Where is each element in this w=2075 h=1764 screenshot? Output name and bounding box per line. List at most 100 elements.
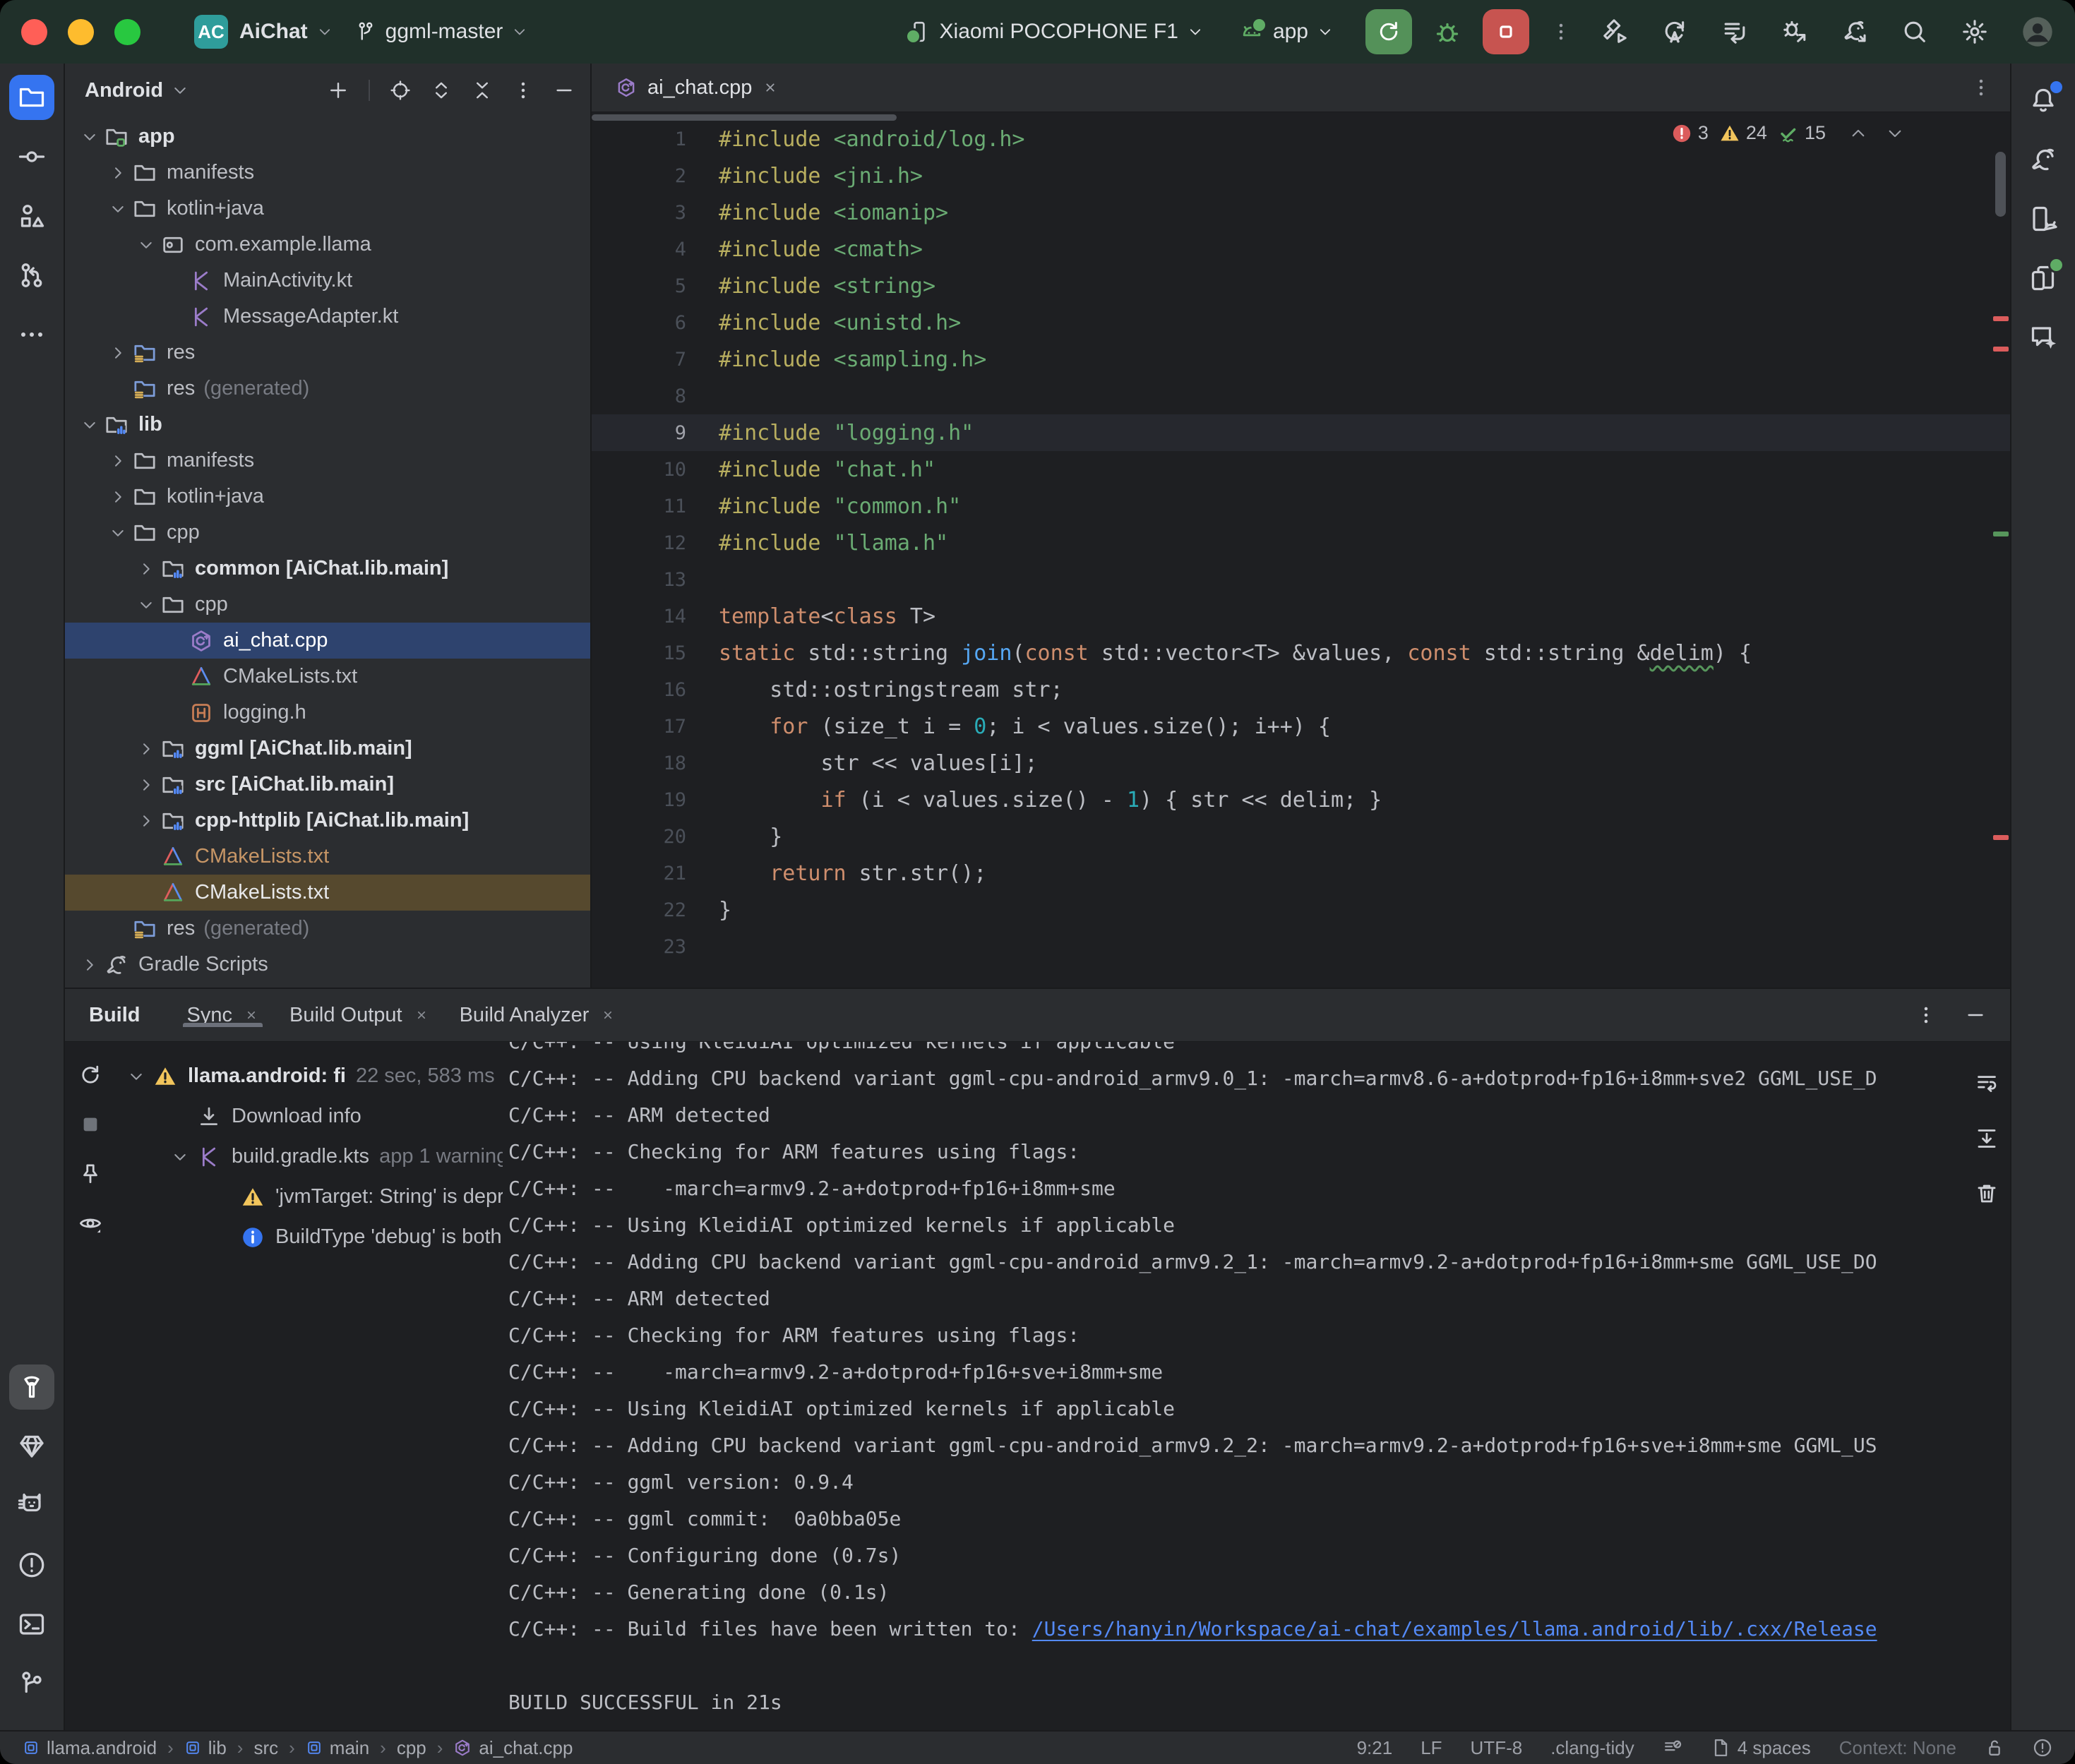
status-lf[interactable]: LF — [1421, 1737, 1442, 1759]
preview-button[interactable] — [78, 1211, 102, 1235]
tree-item-messageadapter.kt[interactable]: MessageAdapter.kt — [65, 299, 590, 335]
build-output-path-link[interactable]: /Users/hanyin/Workspace/ai-chat/examples… — [1032, 1617, 1877, 1640]
tool-window-button-logcat[interactable] — [9, 1483, 54, 1528]
rerun-button[interactable] — [1365, 9, 1412, 54]
sync-tree-item[interactable]: llama.android: fi22 sec, 583 ms — [116, 1056, 503, 1096]
tool-window-button-build[interactable] — [9, 1364, 54, 1410]
vcs-branch-widget[interactable]: ggml-master — [344, 11, 539, 53]
warnings-count[interactable]: 24 — [1719, 122, 1767, 144]
tool-window-button-structure[interactable] — [9, 193, 54, 239]
tree-item-mainactivity.kt[interactable]: MainActivity.kt — [65, 263, 590, 299]
tree-item-manifests[interactable]: manifests — [65, 443, 590, 479]
chevron-up-icon[interactable] — [1849, 124, 1867, 143]
lock-open-icon[interactable] — [1985, 1738, 2004, 1758]
zoom-window-button[interactable] — [114, 19, 140, 45]
hide-button[interactable] — [554, 80, 575, 101]
status-lock-open[interactable] — [1985, 1738, 2004, 1758]
breadcrumb-cpp[interactable]: cpp — [397, 1737, 426, 1759]
tree-item-res[interactable]: res(generated) — [65, 911, 590, 947]
tree-item-gradle-scripts[interactable]: Gradle Scripts — [65, 947, 590, 983]
options-icon[interactable] — [1971, 77, 1992, 98]
build-hide-button[interactable] — [1965, 1004, 1986, 1026]
tree-item-lib[interactable]: lib — [65, 407, 590, 443]
status-utf-8[interactable]: UTF-8 — [1471, 1737, 1523, 1759]
close-icon[interactable] — [601, 1008, 615, 1022]
sync-tree-item[interactable]: 'jvmTarget: String' is deprec — [116, 1177, 503, 1217]
passed-count[interactable]: 15 — [1778, 122, 1826, 144]
stop-square-button[interactable] — [78, 1112, 102, 1136]
tree-item-cpp-httplib-aichat.lib.main-[interactable]: cpp-httplib [AiChat.lib.main] — [65, 803, 590, 839]
close-icon[interactable] — [763, 80, 778, 95]
search-button[interactable] — [1901, 18, 1928, 45]
scroll-to-end-button[interactable] — [1975, 1127, 1999, 1151]
tree-item-cpp[interactable]: cpp — [65, 587, 590, 623]
apply-code-changes-button[interactable] — [1721, 18, 1748, 45]
tree-item-cpp[interactable]: cpp — [65, 515, 590, 551]
tool-window-button-project[interactable] — [9, 75, 54, 120]
indent-options-icon[interactable] — [1711, 1738, 1730, 1758]
tool-window-button-gemini-chat[interactable] — [2021, 315, 2066, 360]
breadcrumb-llama.android[interactable]: llama.android — [23, 1737, 157, 1759]
status-.clang-tidy[interactable]: .clang-tidy — [1550, 1737, 1634, 1759]
tree-item-kotlin+java[interactable]: kotlin+java — [65, 479, 590, 515]
code-editor[interactable]: 1#include <android/log.h>2#include <jni.… — [592, 112, 2010, 988]
options-button[interactable] — [513, 80, 534, 101]
tree-item-src-aichat.lib.main-[interactable]: src [AiChat.lib.main] — [65, 767, 590, 803]
inspections-widget[interactable]: 32415 — [1671, 122, 1904, 144]
sync-rerun-button[interactable] — [78, 1063, 102, 1087]
sync-tree-item[interactable]: BuildType 'debug' is both de — [116, 1217, 503, 1257]
horizontal-scrollbar[interactable] — [592, 114, 897, 121]
error-stripe-mark[interactable] — [1993, 835, 2009, 840]
tree-item-res[interactable]: res(generated) — [65, 371, 590, 407]
tree-item-common-aichat.lib.main-[interactable]: common [AiChat.lib.main] — [65, 551, 590, 587]
formatter-icon[interactable] — [1663, 1738, 1682, 1758]
tree-item-app[interactable]: app — [65, 119, 590, 155]
pin-button[interactable] — [78, 1162, 102, 1186]
tool-window-button-device-manager[interactable] — [2021, 196, 2066, 241]
sync-restart-button[interactable] — [1661, 18, 1688, 45]
add-button[interactable] — [328, 80, 349, 101]
tree-item-ggml-aichat.lib.main-[interactable]: ggml [AiChat.lib.main] — [65, 731, 590, 767]
tool-window-button-commit[interactable] — [9, 134, 54, 179]
tree-item-kotlin+java[interactable]: kotlin+java — [65, 191, 590, 227]
build-project-button[interactable] — [1601, 18, 1628, 45]
gradle-sync-button[interactable] — [1841, 18, 1868, 45]
minimize-window-button[interactable] — [68, 19, 94, 45]
tool-window-button-gradle[interactable] — [2021, 137, 2066, 182]
chevron-down-icon[interactable] — [1886, 124, 1904, 143]
tool-window-button-terminal[interactable] — [9, 1602, 54, 1647]
inspections-widget-icon[interactable] — [2033, 1738, 2052, 1758]
tree-item-res[interactable]: res — [65, 335, 590, 371]
next-problem-button[interactable] — [1886, 124, 1904, 143]
tree-item-cmakelists.txt[interactable]: CMakeLists.txt — [65, 875, 590, 911]
build-tab-build-output[interactable]: Build Output — [274, 1004, 444, 1027]
locate-button[interactable] — [390, 80, 411, 101]
breadcrumb-lib[interactable]: lib — [184, 1737, 227, 1759]
project-view-mode-selector[interactable]: Android — [85, 79, 189, 102]
soft-wrap-button[interactable] — [1975, 1072, 1999, 1096]
breadcrumb-ai_chat.cpp[interactable]: ai_chat.cpp — [453, 1737, 573, 1759]
stop-button[interactable] — [1483, 9, 1529, 54]
sync-tree-item[interactable]: build.gradle.ktsapp 1 warning — [116, 1136, 503, 1177]
close-window-button[interactable] — [21, 19, 47, 45]
more-run-options-button[interactable] — [1550, 21, 1572, 42]
breadcrumb-src[interactable]: src — [253, 1737, 278, 1759]
breadcrumb-main[interactable]: main — [306, 1737, 369, 1759]
status-formatter[interactable] — [1663, 1738, 1682, 1758]
status-context:-none[interactable]: Context: None — [1839, 1737, 1956, 1759]
clear-all-button[interactable] — [1975, 1182, 1999, 1206]
change-stripe-mark[interactable] — [1993, 532, 2009, 536]
tree-item-manifests[interactable]: manifests — [65, 155, 590, 191]
tool-window-button-running-devices[interactable] — [2021, 256, 2066, 301]
expand-all-button[interactable] — [431, 80, 452, 101]
tool-window-button-more-tools[interactable] — [9, 312, 54, 357]
tree-item-logging.h[interactable]: logging.h — [65, 695, 590, 731]
close-icon[interactable] — [414, 1008, 429, 1022]
collapse-all-button[interactable] — [472, 80, 493, 101]
build-options-button[interactable] — [1915, 1004, 1937, 1026]
tree-item-cmakelists.txt[interactable]: CMakeLists.txt — [65, 839, 590, 875]
tool-window-button-gemini[interactable] — [9, 1424, 54, 1469]
previous-problem-button[interactable] — [1849, 124, 1867, 143]
debug-button[interactable] — [1433, 18, 1461, 46]
project-widget[interactable]: AiChat — [228, 11, 344, 53]
